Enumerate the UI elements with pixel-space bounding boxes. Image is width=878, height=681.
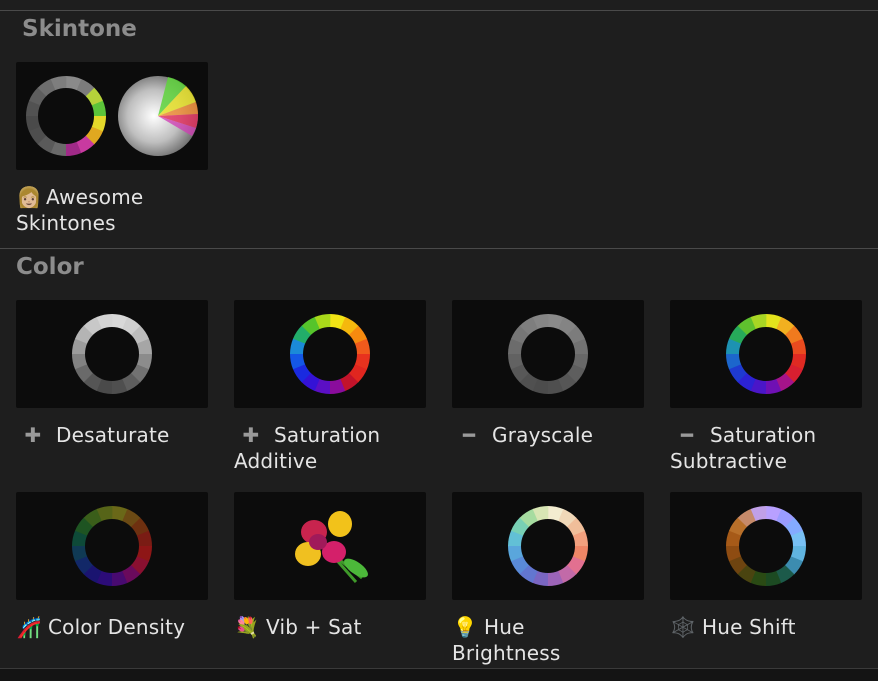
hue-shift-wheel-graphic	[726, 506, 806, 586]
section-title-skintone: Skintone	[22, 16, 137, 42]
section-divider	[0, 248, 878, 249]
bouquet-graphic	[295, 511, 368, 583]
thumbnail-saturation-subtractive[interactable]	[670, 300, 862, 408]
spider-web-icon: 🕸️	[670, 615, 696, 639]
woman-face-icon: 👩🏼	[16, 185, 42, 209]
roller-coaster-icon: 🎢	[16, 615, 42, 639]
plus-icon: ✚	[24, 423, 42, 447]
label-desaturate: ✚ Desaturate	[20, 422, 230, 448]
thumbnail-color-density[interactable]	[16, 492, 208, 600]
thumbnail-grayscale[interactable]	[452, 300, 644, 408]
top-divider	[0, 10, 878, 11]
label-saturation-additive: ✚ Saturation Additive	[234, 423, 381, 473]
thumbnail-saturation-additive[interactable]	[234, 300, 426, 408]
thumbnail-vib-sat[interactable]	[234, 492, 426, 600]
label-color-density: 🎢 Color Density	[16, 615, 186, 639]
bottom-bar	[0, 668, 878, 681]
thumbnail-desaturate[interactable]	[16, 300, 208, 408]
saturation-subtractive-wheel-graphic	[726, 314, 806, 394]
skintone-solid-wheel	[118, 76, 199, 156]
label-saturation-subtractive: ━ Saturation Subtractive	[670, 423, 817, 473]
thumbnail-hue-shift[interactable]	[670, 492, 862, 600]
section-title-color: Color	[16, 254, 84, 280]
grayscale-wheel-graphic	[508, 314, 588, 394]
label-hue-shift: 🕸️ Hue Shift	[670, 615, 796, 639]
label-vib-sat: 💐 Vib + Sat	[234, 615, 362, 639]
hue-brightness-wheel-graphic	[508, 506, 588, 586]
thumbnail-hue-brightness[interactable]	[452, 492, 644, 600]
thumbnail-awesome-skintones[interactable]	[16, 62, 208, 170]
desaturate-wheel-graphic	[72, 314, 152, 394]
skintone-ring-wheel	[26, 76, 107, 156]
minus-icon: ━	[462, 423, 476, 447]
plus-icon: ✚	[242, 423, 260, 447]
label-hue-brightness: 💡 Hue Brightness	[452, 615, 561, 665]
skintone-wheels-graphic	[26, 76, 199, 156]
label-awesome-skintones: 👩🏼 Awesome Skintones	[16, 185, 144, 235]
minus-icon: ━	[680, 423, 694, 447]
color-density-wheel-graphic	[72, 506, 152, 586]
label-grayscale: ━ Grayscale	[456, 422, 666, 448]
saturation-additive-wheel-graphic	[290, 314, 370, 394]
light-bulb-icon: 💡	[452, 615, 478, 639]
bouquet-icon: 💐	[234, 615, 260, 639]
